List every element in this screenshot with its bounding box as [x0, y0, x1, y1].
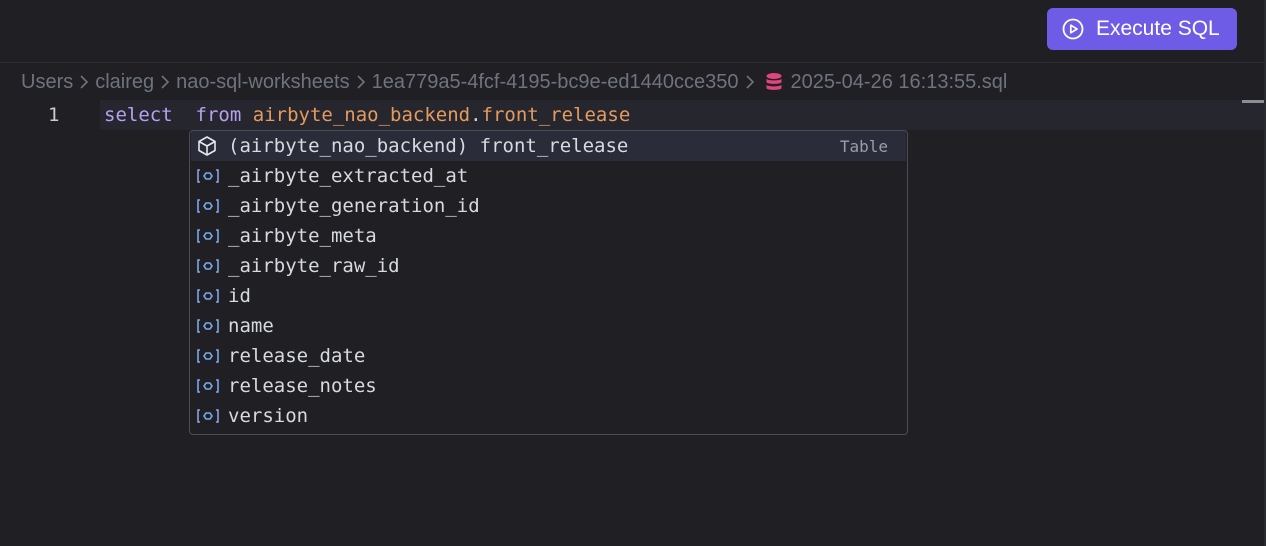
suggestion-label: release_date: [228, 345, 366, 367]
suggestion-label: name: [228, 315, 274, 337]
suggestion-label: release_notes: [228, 375, 377, 397]
breadcrumb-item-id[interactable]: 1ea779a5-4fcf-4195-bc9e-ed1440cce350: [372, 71, 739, 94]
suggestion-label: _airbyte_meta: [228, 225, 377, 247]
field-icon: [196, 318, 222, 334]
suggestion-label: (airbyte_nao_backend) front_release: [228, 135, 629, 157]
chevron-right-icon: [739, 74, 761, 90]
suggestion-label: _airbyte_generation_id: [228, 195, 480, 217]
suggestion-label: id: [228, 285, 251, 307]
editor-line[interactable]: 1 select from airbyte_nao_backend.front_…: [0, 100, 1264, 130]
field-icon: [196, 378, 222, 394]
table-cube-icon: [196, 135, 222, 157]
chevron-right-icon: [350, 74, 372, 90]
code-text[interactable]: select from airbyte_nao_backend.front_re…: [104, 104, 630, 126]
field-icon: [196, 198, 222, 214]
suggestion-item-field[interactable]: id: [191, 281, 906, 311]
field-icon: [196, 168, 222, 184]
keyword-from: from: [195, 104, 242, 126]
line-number: 1: [48, 104, 60, 126]
suggestion-label: _airbyte_extracted_at: [228, 165, 469, 187]
suggestion-item-field[interactable]: release_date: [191, 341, 906, 371]
schema-name: airbyte_nao_backend: [252, 104, 471, 126]
suggestion-item-field[interactable]: version: [191, 401, 906, 431]
breadcrumb-file-name[interactable]: 2025-04-26 16:13:55.sql: [791, 71, 1008, 94]
breadcrumb: Users claireg nao-sql-worksheets 1ea779a…: [21, 68, 1007, 96]
scrollbar-marker[interactable]: [1242, 100, 1264, 103]
field-icon: [196, 348, 222, 364]
suggestion-item-field[interactable]: release_notes: [191, 371, 906, 401]
breadcrumb-item-user[interactable]: claireg: [95, 71, 154, 94]
field-icon: [196, 228, 222, 244]
field-icon: [196, 288, 222, 304]
breadcrumb-item-folder[interactable]: nao-sql-worksheets: [176, 71, 349, 94]
suggestion-item-field[interactable]: _airbyte_generation_id: [191, 191, 906, 221]
play-circle-icon: [1062, 18, 1084, 40]
field-icon: [196, 408, 222, 424]
suggestion-item-field[interactable]: _airbyte_meta: [191, 221, 906, 251]
chevron-right-icon: [154, 74, 176, 90]
chevron-right-icon: [73, 74, 95, 90]
table-name: front_release: [481, 104, 631, 126]
keyword-select: select: [104, 104, 173, 126]
top-toolbar: Execute SQL: [0, 0, 1266, 63]
suggestion-kind: Table: [839, 136, 888, 156]
suggestion-item-field[interactable]: _airbyte_extracted_at: [191, 161, 906, 191]
suggestion-label: _airbyte_raw_id: [228, 255, 400, 277]
suggestion-item-field[interactable]: _airbyte_raw_id: [191, 251, 906, 281]
suggestion-label: version: [228, 405, 309, 427]
field-icon: [196, 258, 222, 274]
suggestion-item-table[interactable]: (airbyte_nao_backend) front_release Tabl…: [191, 131, 906, 161]
dot-separator: .: [470, 104, 482, 126]
breadcrumb-item-users[interactable]: Users: [21, 71, 73, 94]
database-icon: [765, 72, 783, 92]
execute-sql-button[interactable]: Execute SQL: [1047, 8, 1237, 50]
execute-sql-label: Execute SQL: [1096, 17, 1220, 40]
autocomplete-dropdown: (airbyte_nao_backend) front_release Tabl…: [189, 130, 908, 435]
suggestion-item-field[interactable]: name: [191, 311, 906, 341]
